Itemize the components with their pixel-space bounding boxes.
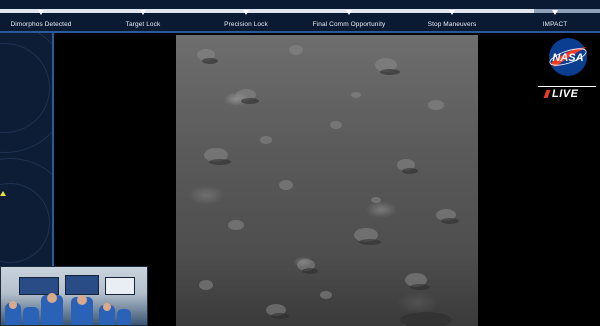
mission-control-inset bbox=[0, 266, 148, 326]
live-divider bbox=[538, 86, 596, 87]
live-mark-icon bbox=[543, 90, 551, 98]
stage-label: Final Comm Opportunity bbox=[312, 21, 386, 28]
timeline-track bbox=[0, 9, 600, 13]
svg-text:NASA: NASA bbox=[552, 52, 583, 64]
stage-label: Target Lock bbox=[125, 21, 161, 28]
nasa-logo: NASA bbox=[545, 37, 591, 77]
asteroid-surface-image bbox=[197, 45, 459, 326]
dart-camera-feed bbox=[176, 35, 478, 326]
triangle-down-icon bbox=[243, 10, 249, 15]
stage-label: Precision Lock bbox=[224, 21, 268, 28]
triangle-down-icon bbox=[346, 10, 352, 15]
triangle-down-icon bbox=[140, 10, 146, 15]
stage-label: Stop Maneuvers bbox=[427, 21, 477, 28]
live-label: LIVE bbox=[552, 88, 579, 100]
stage-label: Dimorphos Detected bbox=[10, 21, 72, 28]
warning-triangle-icon bbox=[0, 191, 6, 196]
live-indicator: LIVE bbox=[543, 88, 579, 100]
timeline-divider bbox=[0, 31, 600, 33]
triangle-down-icon bbox=[449, 10, 455, 15]
triangle-down-icon bbox=[552, 10, 558, 15]
triangle-down-icon bbox=[38, 10, 44, 15]
stage-label: IMPACT bbox=[542, 21, 568, 28]
mission-timeline: Dimorphos Detected Target Lock Precision… bbox=[0, 0, 600, 33]
